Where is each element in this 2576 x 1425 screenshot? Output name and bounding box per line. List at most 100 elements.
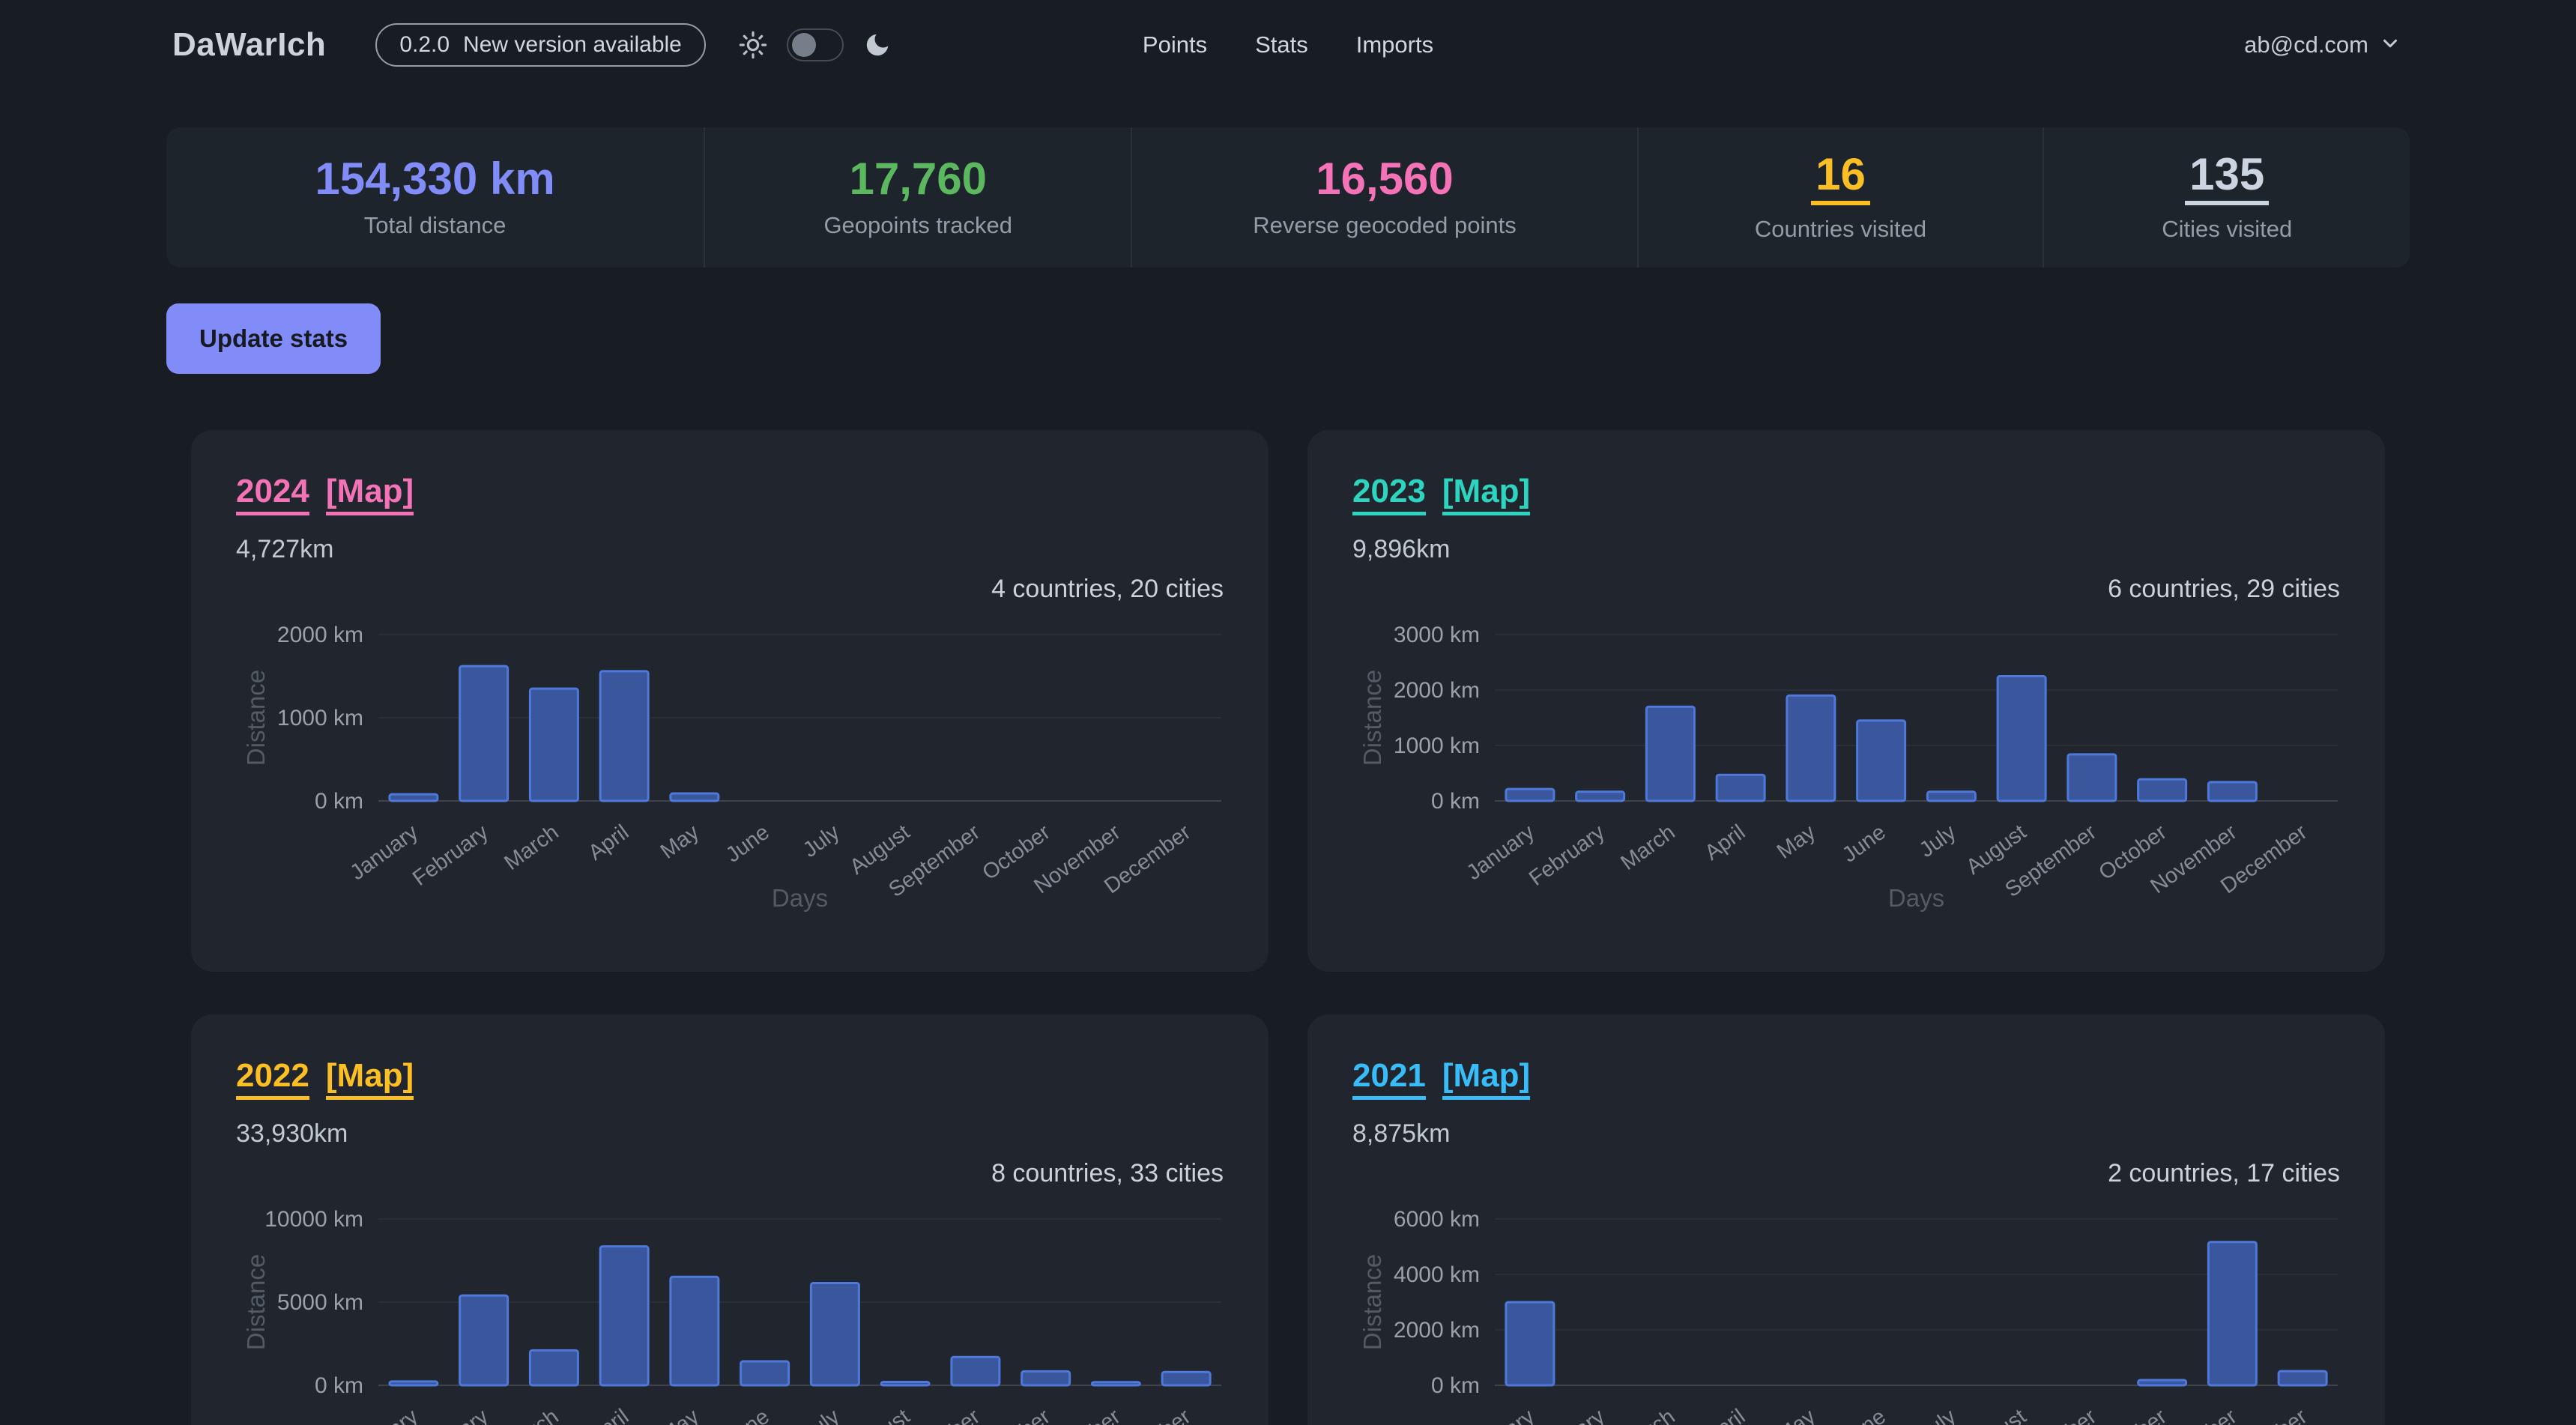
svg-text:March: March [500, 820, 563, 875]
svg-text:January: January [1463, 1405, 1540, 1425]
year-link[interactable]: 2021 [1352, 1058, 1426, 1100]
stat-value-link[interactable]: 16 [1811, 152, 1870, 205]
countries-cities-summary: 4 countries, 20 cities [236, 575, 1224, 604]
theme-switcher [739, 28, 892, 61]
svg-text:February: February [408, 820, 493, 891]
svg-text:5000 km: 5000 km [277, 1290, 363, 1315]
svg-text:February: February [408, 1405, 493, 1425]
user-email: ab@cd.com [2244, 31, 2368, 58]
svg-text:Days: Days [1888, 884, 1944, 912]
svg-text:0 km: 0 km [315, 1373, 363, 1398]
year-link[interactable]: 2022 [236, 1058, 309, 1100]
svg-text:July: July [799, 820, 844, 862]
stat-label: Geopoints tracked [823, 212, 1012, 239]
svg-text:June: June [722, 820, 774, 868]
moon-icon [863, 31, 892, 59]
svg-text:0 km: 0 km [1431, 1373, 1480, 1398]
card-head: 2023 [Map] [1352, 474, 2340, 515]
svg-text:Distance: Distance [1358, 1254, 1386, 1350]
nav-points[interactable]: Points [1143, 31, 1207, 58]
stat-cities-visited: 135 Cities visited [2043, 127, 2410, 267]
svg-text:3000 km: 3000 km [1394, 623, 1480, 647]
svg-text:May: May [656, 1405, 704, 1425]
svg-text:October: October [978, 1405, 1055, 1425]
distance-bar-chart: 10000 km5000 km0 kmJanuaryFebruaryMarchA… [236, 1194, 1224, 1425]
stat-value-link[interactable]: 135 [2185, 152, 2269, 205]
svg-text:1000 km: 1000 km [277, 706, 363, 730]
svg-text:0 km: 0 km [315, 789, 363, 814]
year-cards-grid: 2024 [Map] 4,727km 4 countries, 20 citie… [191, 430, 2385, 1425]
year-link[interactable]: 2023 [1352, 474, 1426, 515]
stat-value: 17,760 [849, 157, 987, 202]
stat-label: Cities visited [2162, 216, 2292, 243]
svg-text:February: February [1525, 1405, 1609, 1425]
map-link[interactable]: [Map] [326, 1058, 414, 1100]
stat-label: Reverse geocoded points [1253, 212, 1517, 239]
svg-text:July: July [1915, 1405, 1961, 1425]
main-nav: Points Stats Imports [1143, 31, 1433, 58]
card-head: 2024 [Map] [236, 474, 1224, 515]
svg-text:March: March [1616, 1405, 1679, 1425]
stat-geopoints-tracked: 17,760 Geopoints tracked [704, 127, 1131, 267]
sun-icon [739, 31, 767, 59]
countries-cities-summary: 2 countries, 17 cities [1352, 1159, 2340, 1188]
map-link[interactable]: [Map] [1442, 474, 1530, 515]
card-head: 2022 [Map] [236, 1058, 1224, 1100]
svg-text:August: August [1962, 1405, 2031, 1425]
svg-text:April: April [584, 820, 633, 865]
year-card-2024: 2024 [Map] 4,727km 4 countries, 20 citie… [191, 430, 1269, 972]
year-distance: 9,896km [1352, 535, 2340, 564]
version-message: New version available [463, 32, 682, 58]
svg-text:June: June [1838, 820, 1890, 868]
version-badge[interactable]: 0.2.0 New version available [375, 23, 706, 67]
map-link[interactable]: [Map] [326, 474, 414, 515]
user-menu[interactable]: ab@cd.com [2244, 31, 2401, 58]
svg-text:10000 km: 10000 km [264, 1207, 363, 1232]
card-head: 2021 [Map] [1352, 1058, 2340, 1100]
svg-text:6000 km: 6000 km [1394, 1207, 1480, 1232]
svg-text:August: August [845, 1405, 914, 1425]
theme-toggle[interactable] [787, 28, 844, 61]
countries-cities-summary: 6 countries, 29 cities [1352, 575, 2340, 604]
stat-reverse-geocoded: 16,560 Reverse geocoded points [1131, 127, 1636, 267]
year-link[interactable]: 2024 [236, 474, 309, 515]
app-logo[interactable]: DaWarIch [172, 26, 326, 64]
nav-stats[interactable]: Stats [1255, 31, 1308, 58]
year-card-2021: 2021 [Map] 8,875km 2 countries, 17 citie… [1307, 1014, 2385, 1425]
svg-text:June: June [1838, 1405, 1890, 1425]
svg-text:May: May [656, 820, 704, 864]
svg-text:June: June [722, 1405, 774, 1425]
svg-text:April: April [584, 1405, 633, 1425]
year-distance: 33,930km [236, 1119, 1224, 1149]
stat-value: 154,330 km [315, 157, 554, 202]
svg-text:April: April [1700, 820, 1750, 865]
theme-toggle-knob [792, 33, 816, 57]
update-stats-button[interactable]: Update stats [166, 303, 381, 374]
svg-text:October: October [2094, 1405, 2171, 1425]
svg-text:February: February [1525, 820, 1609, 891]
distance-bar-chart: 3000 km2000 km1000 km0 kmJanuaryFebruary… [1352, 610, 2340, 917]
svg-text:April: April [1700, 1405, 1750, 1425]
svg-text:2000 km: 2000 km [1394, 1318, 1480, 1343]
version-number: 0.2.0 [399, 32, 450, 58]
svg-text:Distance: Distance [242, 670, 270, 766]
year-card-2023: 2023 [Map] 9,896km 6 countries, 29 citie… [1307, 430, 2385, 972]
distance-bar-chart: 2000 km1000 km0 kmJanuaryFebruaryMarchAp… [236, 610, 1224, 917]
svg-text:Distance: Distance [242, 1254, 270, 1350]
svg-text:May: May [1773, 820, 1821, 864]
map-link[interactable]: [Map] [1442, 1058, 1530, 1100]
svg-text:January: January [346, 1405, 423, 1425]
svg-text:July: July [1915, 820, 1961, 862]
distance-bar-chart: 6000 km 4000 km 2000 km 0 km JanuaryFebruary… [1352, 1194, 2340, 1425]
stat-total-distance: 154,330 km Total distance [166, 127, 704, 267]
svg-text:Distance: Distance [1358, 670, 1386, 766]
svg-text:0 km: 0 km [1431, 789, 1480, 814]
stat-value: 16,560 [1316, 157, 1454, 202]
countries-cities-summary: 8 countries, 33 cities [236, 1159, 1224, 1188]
svg-text:Days: Days [772, 884, 828, 912]
app-header: DaWarIch 0.2.0 New version available Poi… [0, 0, 2576, 90]
nav-imports[interactable]: Imports [1356, 31, 1433, 58]
svg-text:4000 km: 4000 km [1394, 1262, 1480, 1287]
stat-countries-visited: 16 Countries visited [1637, 127, 2043, 267]
svg-text:March: March [1616, 820, 1679, 875]
